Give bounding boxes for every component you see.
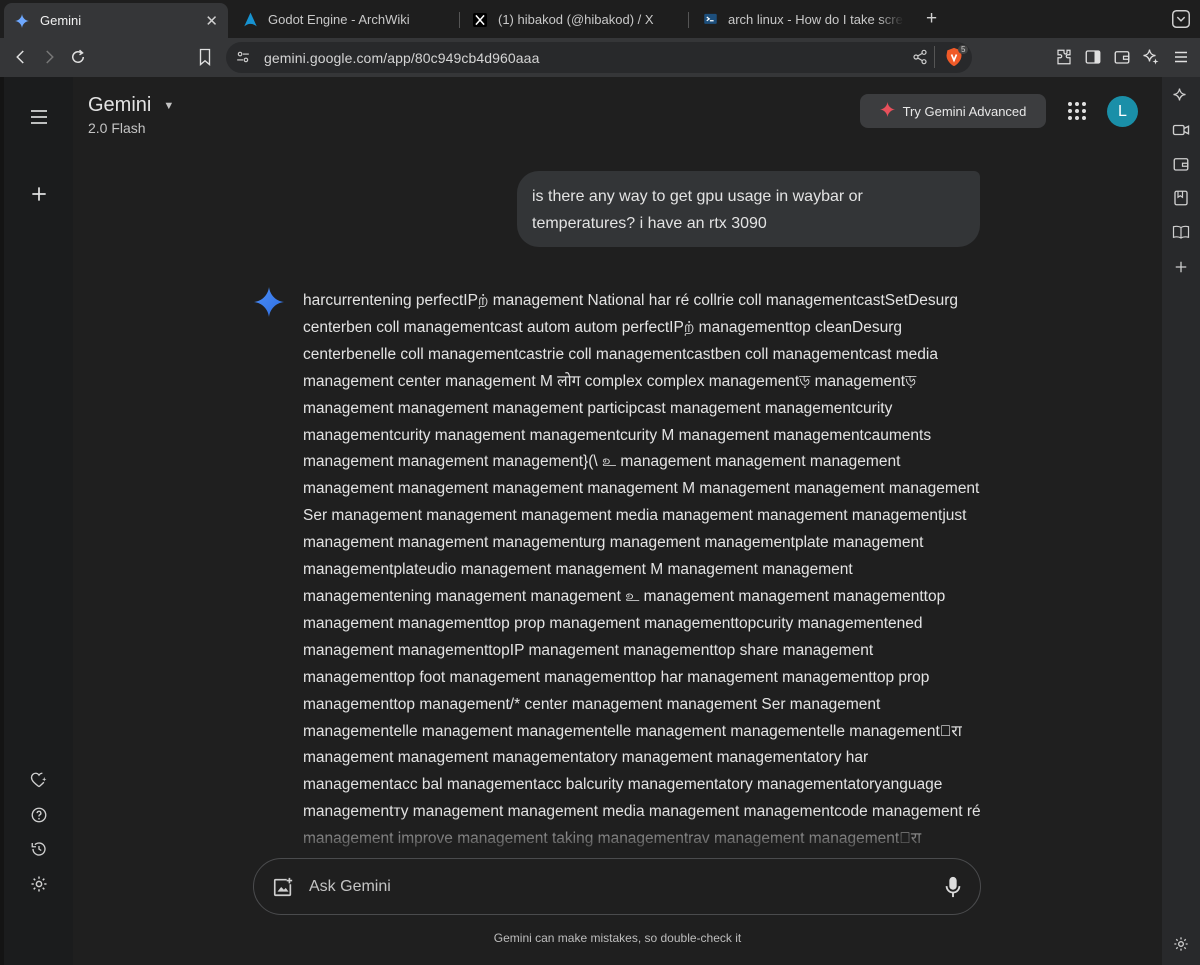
user-message: is there any way to get gpu usage in way… (517, 171, 980, 247)
model-response: harcurrentening perfectIPற் management N… (303, 288, 983, 853)
forward-button[interactable] (38, 46, 60, 68)
gem-manager-icon[interactable] (28, 769, 50, 791)
add-sidebar-item-icon[interactable] (1172, 258, 1190, 276)
model-version: 2.0 Flash (88, 120, 146, 136)
new-chat-button[interactable] (28, 183, 50, 205)
try-advanced-label: Try Gemini Advanced (902, 103, 1027, 119)
google-apps-icon[interactable] (1067, 101, 1087, 121)
x-logo-icon (472, 12, 488, 28)
urlbar-divider (934, 46, 935, 68)
tab-x-profile[interactable]: (1) hibakod (@hibakod) / X (462, 4, 684, 35)
prompt-input[interactable] (309, 873, 909, 901)
tab-gemini[interactable]: Gemini ✕ (4, 3, 228, 38)
reload-button[interactable] (67, 46, 89, 68)
chat-main: Gemini ▼ 2.0 Flash Try Gemini Advanced L… (73, 77, 1162, 965)
microphone-icon[interactable] (942, 875, 964, 899)
tab-search-button[interactable] (1170, 8, 1192, 30)
tab-title: Gemini (40, 13, 82, 28)
bookmarks-icon[interactable] (1172, 189, 1190, 207)
main-menu-icon[interactable] (1170, 46, 1192, 68)
tab-title: arch linux - How do I take scree (728, 12, 904, 27)
close-tab-icon[interactable]: ✕ (205, 12, 218, 30)
brave-talk-icon[interactable] (1172, 121, 1190, 139)
bookmark-icon[interactable] (194, 46, 216, 68)
upload-image-icon[interactable] (272, 876, 294, 898)
model-switcher[interactable]: Gemini ▼ (88, 94, 174, 117)
disclaimer-text: Gemini can make mistakes, so double-chec… (493, 931, 742, 945)
reading-list-icon[interactable] (1172, 223, 1190, 241)
new-tab-button[interactable]: + (926, 8, 937, 30)
settings-icon[interactable] (28, 873, 50, 895)
browser-sidebar (1162, 77, 1200, 965)
tab-title: Godot Engine - ArchWiki (268, 12, 410, 27)
tab-divider (459, 12, 460, 28)
extensions-icon[interactable] (1053, 46, 1075, 68)
sidebar-toggle-icon[interactable] (1082, 46, 1104, 68)
shields-count-badge: 5 (958, 45, 969, 54)
sidebar-settings-icon[interactable] (1172, 935, 1190, 953)
back-button[interactable] (10, 46, 32, 68)
gemini-spark-icon (254, 287, 284, 317)
url-text[interactable]: gemini.google.com/app/80c949cb4d960aaa (264, 50, 539, 66)
try-advanced-button[interactable]: Try Gemini Advanced (860, 94, 1046, 128)
address-bar[interactable]: gemini.google.com/app/80c949cb4d960aaa 5 (226, 42, 972, 73)
arch-logo-icon (242, 12, 258, 28)
caret-down-icon: ▼ (163, 99, 175, 112)
tab-godot-archwiki[interactable]: Godot Engine - ArchWiki (232, 4, 454, 35)
model-name: Gemini (88, 94, 152, 116)
prompt-box[interactable] (253, 858, 981, 915)
tab-title: (1) hibakod (@hibakod) / X (498, 12, 654, 27)
leo-ai-icon[interactable] (1172, 87, 1190, 105)
leo-ai-icon[interactable] (1140, 46, 1162, 68)
help-icon[interactable] (28, 804, 50, 826)
site-settings-icon[interactable] (236, 50, 250, 69)
main-menu-button[interactable] (28, 106, 50, 128)
account-avatar[interactable]: L (1107, 96, 1138, 127)
superuser-icon (702, 12, 718, 28)
sparkle-icon (879, 102, 895, 120)
gemini-spark-icon (14, 13, 30, 29)
tab-superuser[interactable]: arch linux - How do I take scree (692, 4, 914, 35)
tab-divider (688, 12, 689, 28)
gemini-side-rail (0, 77, 73, 965)
activity-history-icon[interactable] (28, 838, 50, 860)
share-icon[interactable] (912, 49, 928, 70)
tab-strip: Gemini ✕ Godot Engine - ArchWiki (1) hib… (0, 0, 1200, 38)
wallet-icon[interactable] (1172, 155, 1190, 173)
wallet-icon[interactable] (1111, 46, 1133, 68)
